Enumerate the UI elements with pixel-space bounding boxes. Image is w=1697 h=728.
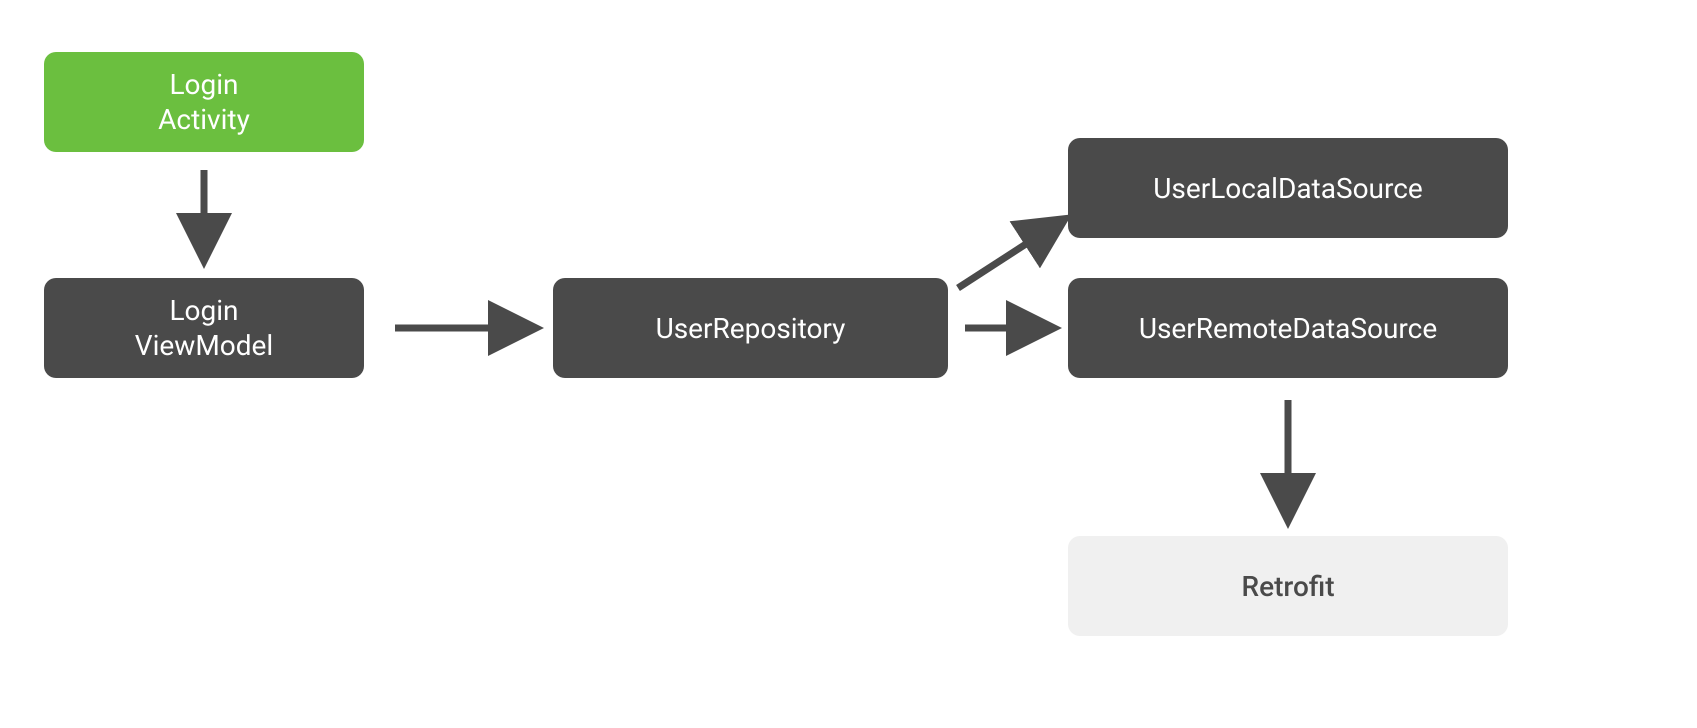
node-user-remote-ds: UserRemoteDataSource <box>1068 278 1508 378</box>
node-label: Retrofit <box>1241 569 1334 604</box>
node-user-repository: UserRepository <box>553 278 948 378</box>
node-label: Login ViewModel <box>135 293 273 363</box>
node-label: UserRemoteDataSource <box>1139 311 1437 346</box>
node-login-viewmodel: Login ViewModel <box>44 278 364 378</box>
node-retrofit: Retrofit <box>1068 536 1508 636</box>
node-login-activity: Login Activity <box>44 52 364 152</box>
arrow-repository-to-local <box>958 222 1060 288</box>
node-label: Login Activity <box>158 67 250 137</box>
node-label: UserRepository <box>656 311 846 346</box>
node-label: UserLocalDataSource <box>1153 171 1422 206</box>
node-user-local-ds: UserLocalDataSource <box>1068 138 1508 238</box>
